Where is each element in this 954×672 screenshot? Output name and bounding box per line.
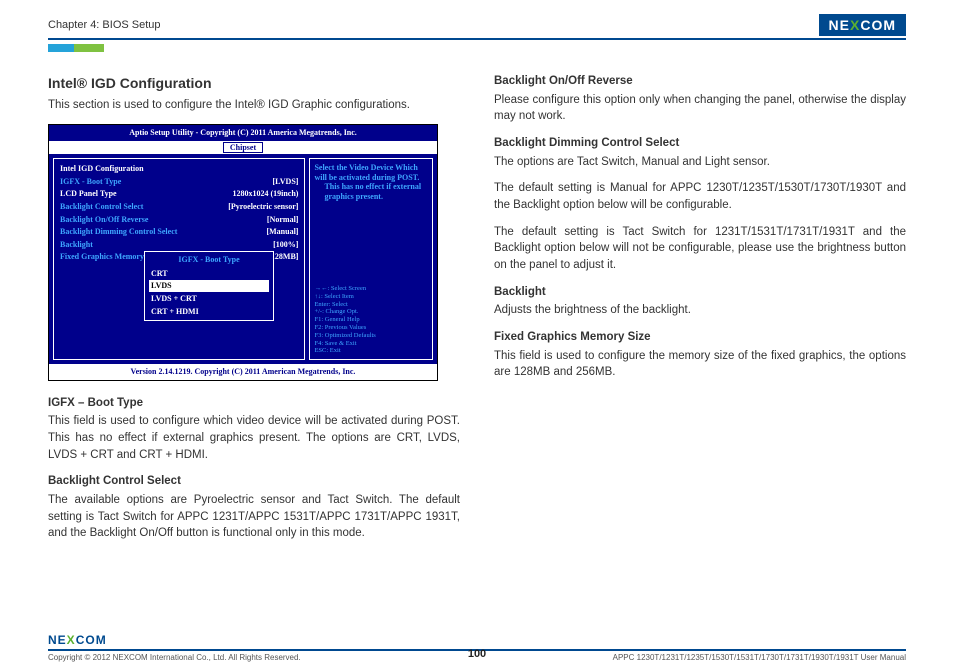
bios-body: Intel IGD Configuration IGFX - Boot Type…: [49, 154, 437, 364]
bios-title: Aptio Setup Utility - Copyright (C) 2011…: [49, 125, 437, 141]
chapter-label: Chapter 4: BIOS Setup: [48, 19, 161, 31]
intro-text: This section is used to configure the In…: [48, 97, 460, 114]
bios-row: LCD Panel Type1280x1024 (19inch): [60, 188, 298, 200]
brand-pre: NE: [829, 17, 850, 33]
bios-popup-option[interactable]: LVDS + CRT: [149, 293, 269, 305]
para-backlight: Adjusts the brightness of the backlight.: [494, 302, 906, 319]
footer-doctitle: APPC 1230T/1231T/1235T/1530T/1531T/1730T…: [613, 653, 906, 662]
bios-section-label: Intel IGD Configuration: [60, 163, 298, 175]
subhead-bor: Backlight On/Off Reverse: [494, 73, 906, 90]
subhead-backlight: Backlight: [494, 284, 906, 301]
bios-popup-option[interactable]: CRT: [149, 268, 269, 280]
bios-tab-chipset: Chipset: [223, 142, 263, 153]
subhead-igfx: IGFX – Boot Type: [48, 395, 460, 412]
brand-post: COM: [860, 17, 896, 33]
para-bcs: The available options are Pyroelectric s…: [48, 492, 460, 542]
para-bdcs1: The options are Tact Switch, Manual and …: [494, 154, 906, 171]
para-bor: Please configure this option only when c…: [494, 92, 906, 125]
brand-logo: NEXCOM: [819, 14, 906, 36]
footer-logo: NEXCOM: [48, 633, 906, 647]
brand-x: X: [850, 17, 860, 33]
bios-help-text: Select the Video Device Which will be ac…: [314, 163, 428, 201]
footer-copyright: Copyright © 2012 NEXCOM International Co…: [48, 653, 301, 662]
right-column: Backlight On/Off Reverse Please configur…: [494, 73, 906, 552]
subhead-bcs: Backlight Control Select: [48, 473, 460, 490]
para-bdcs3: The default setting is Tact Switch for 1…: [494, 224, 906, 274]
bios-version: Version 2.14.1219. Copyright (C) 2011 Am…: [49, 364, 437, 380]
bios-right-panel: Select the Video Device Which will be ac…: [309, 158, 433, 360]
bios-popup-title: IGFX - Boot Type: [149, 254, 269, 266]
header-accent: [48, 39, 906, 49]
bios-left-panel: Intel IGD Configuration IGFX - Boot Type…: [53, 158, 305, 360]
page-number: 100: [468, 648, 486, 660]
page: Chapter 4: BIOS Setup NEXCOM Intel® IGD …: [0, 0, 954, 552]
subhead-bdcs: Backlight Dimming Control Select: [494, 135, 906, 152]
subhead-fgms: Fixed Graphics Memory Size: [494, 329, 906, 346]
bios-row: Backlight Dimming Control Select[Manual]: [60, 226, 298, 238]
para-fgms: This field is used to configure the memo…: [494, 348, 906, 381]
bios-screenshot: Aptio Setup Utility - Copyright (C) 2011…: [48, 124, 438, 381]
bios-popup-option-selected[interactable]: LVDS: [149, 280, 269, 292]
bios-row: IGFX - Boot Type[LVDS]: [60, 176, 298, 188]
bios-row: Backlight[100%]: [60, 239, 298, 251]
bios-key-legend: →←: Select Screen ↑↓: Select Item Enter:…: [314, 285, 428, 355]
bios-popup: IGFX - Boot Type CRT LVDS LVDS + CRT CRT…: [144, 251, 274, 321]
bios-popup-option[interactable]: CRT + HDMI: [149, 306, 269, 318]
bios-row: Backlight Control Select[Pyroelectric se…: [60, 201, 298, 213]
left-column: Intel® IGD Configuration This section is…: [48, 73, 460, 552]
bios-tab-row: Chipset: [49, 141, 437, 155]
content-columns: Intel® IGD Configuration This section is…: [48, 73, 906, 552]
bios-row: Backlight On/Off Reverse[Normal]: [60, 214, 298, 226]
header-row: Chapter 4: BIOS Setup NEXCOM: [48, 14, 906, 40]
section-title: Intel® IGD Configuration: [48, 73, 460, 93]
para-igfx: This field is used to configure which vi…: [48, 413, 460, 463]
para-bdcs2: The default setting is Manual for APPC 1…: [494, 180, 906, 213]
